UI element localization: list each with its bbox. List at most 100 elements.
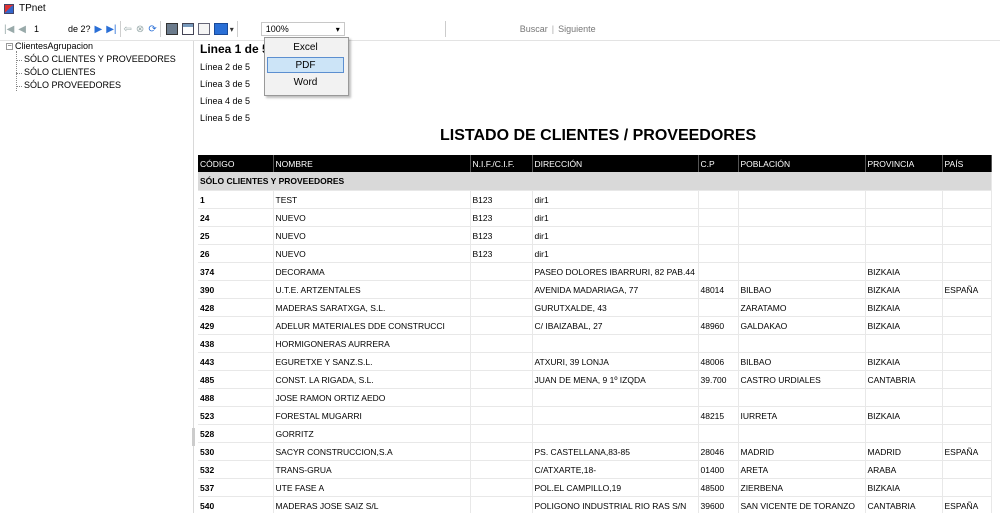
back-icon[interactable]: ⇦: [124, 21, 132, 37]
report-title: LISTADO DE CLIENTES / PROVEEDORES: [440, 127, 757, 144]
table-row: 540 MADERAS JOSE SAIZ S/L POLIGONO INDUSTR…: [198, 496, 992, 513]
export-dropdown-arrow-icon[interactable]: ▾: [230, 21, 234, 37]
previous-page-icon[interactable]: ◀: [18, 21, 26, 37]
table-cell: [738, 244, 866, 263]
table-cell: 48215: [698, 406, 739, 425]
table-cell: 537: [198, 478, 274, 497]
table-cell: [470, 424, 533, 443]
table-row: 25 NUEVO B123 dir1: [198, 226, 992, 245]
table-cell: POLIGONO INDUSTRIAL RIO RAS S/N: [532, 496, 699, 513]
tree-root-label: ClientesAgrupacion: [15, 41, 94, 51]
table-cell: BIZKAIA: [865, 280, 943, 299]
table-cell: 429: [198, 316, 274, 335]
tree-connector: [16, 51, 17, 91]
tree-item-proveedores[interactable]: SÓLO PROVEEDORES: [15, 80, 121, 90]
table-cell: 523: [198, 406, 274, 425]
find-next-button[interactable]: Siguiente: [558, 24, 596, 34]
export-icon[interactable]: [213, 23, 228, 35]
table-row: 1 TEST B123 dir1: [198, 190, 992, 209]
table-cell: [698, 334, 739, 353]
table-cell: UTE FASE A: [273, 478, 471, 497]
table-cell: 25: [198, 226, 274, 245]
group-header-row: SÓLO CLIENTES Y PROVEEDORES: [198, 172, 992, 191]
table-row: 428 MADERAS SARATXGA, S.L. GURUTXALDE, 43 Z…: [198, 298, 992, 317]
table-cell: 48500: [698, 478, 739, 497]
table-cell: [698, 298, 739, 317]
collapse-icon[interactable]: −: [6, 42, 13, 50]
table-cell: PASEO DOLORES IBARRURI, 82 PAB.44: [532, 262, 699, 281]
tree-item-clientes-y-proveedores[interactable]: SÓLO CLIENTES Y PROVEEDORES: [16, 54, 176, 64]
table-cell: [470, 280, 533, 299]
table-cell: 528: [198, 424, 274, 443]
table-cell: SACYR CONSTRUCCION,S.A: [273, 442, 471, 461]
find-button[interactable]: Buscar: [520, 24, 548, 34]
menu-item-excel[interactable]: Excel: [267, 40, 344, 56]
page-setup-icon[interactable]: [197, 23, 210, 35]
report-viewport[interactable]: Linea 1 de 5 Línea 2 de 5 Línea 3 de 5 L…: [195, 41, 1000, 513]
tree-root[interactable]: − ClientesAgrupacion: [6, 41, 93, 51]
table-cell: 39.700: [698, 370, 739, 389]
page-total-label: de 2?: [68, 24, 91, 34]
table-cell: AVENIDA MADARIAGA, 77: [532, 280, 699, 299]
next-page-icon[interactable]: ▶: [95, 21, 103, 37]
table-cell: [942, 316, 992, 335]
table-row: 429 ADELUR MATERIALES DDE CONSTRUCCI C/ IB…: [198, 316, 992, 335]
table-cell: 28046: [698, 442, 739, 461]
docmap-link-5[interactable]: Línea 5 de 5: [200, 113, 250, 123]
table-cell: BIZKAIA: [865, 352, 943, 371]
print-layout-icon[interactable]: [181, 23, 194, 35]
table-cell: [698, 424, 739, 443]
table-cell: ARETA: [738, 460, 866, 479]
docmap-link-1[interactable]: Linea 1 de 5: [200, 42, 269, 56]
table-cell: 485: [198, 370, 274, 389]
zoom-select[interactable]: 100% ▾: [260, 22, 345, 36]
table-row: 488 JOSE RAMON ORTIZ AEDO: [198, 388, 992, 407]
table-cell: [470, 442, 533, 461]
table-cell: [942, 226, 992, 245]
table-cell: CASTRO URDIALES: [738, 370, 866, 389]
table-cell: [942, 478, 992, 497]
column-header: PROVINCIA: [865, 155, 943, 172]
table-cell: [942, 352, 992, 371]
table-cell: ESPAÑA: [942, 496, 992, 513]
last-page-icon[interactable]: ▶|: [106, 21, 116, 37]
table-cell: [470, 298, 533, 317]
find-input[interactable]: [453, 21, 516, 37]
table-cell: BIZKAIA: [865, 478, 943, 497]
table-cell: HORMIGONERAS AURRERA: [273, 334, 471, 353]
table-cell: MADERAS SARATXGA, S.L.: [273, 298, 471, 317]
docmap-link-4[interactable]: Línea 4 de 5: [200, 96, 250, 106]
table-cell: BIZKAIA: [865, 298, 943, 317]
table-row: 390 U.T.E. ARTZENTALES AVENIDA MADARIAGA, …: [198, 280, 992, 299]
group-header: SÓLO CLIENTES Y PROVEEDORES: [198, 172, 992, 191]
menu-item-word[interactable]: Word: [267, 75, 344, 91]
report-table-body: SÓLO CLIENTES Y PROVEEDORES 1 TEST B123 dir…: [198, 172, 992, 513]
stop-icon[interactable]: ⊗: [136, 21, 144, 37]
table-cell: C/ATXARTE,18-: [532, 460, 699, 479]
table-header-row: CÓDIGO NOMBRE N.I.F./C.I.F. DIRECCIÓN C.…: [198, 155, 992, 172]
table-cell: ATXURI, 39 LONJA: [532, 352, 699, 371]
page-number-input[interactable]: [32, 22, 64, 36]
table-cell: 01400: [698, 460, 739, 479]
table-cell: NUEVO: [273, 208, 471, 227]
table-row: 24 NUEVO B123 dir1: [198, 208, 992, 227]
docmap-link-2[interactable]: Línea 2 de 5: [200, 62, 250, 72]
table-cell: CANTABRIA: [865, 496, 943, 513]
first-page-icon[interactable]: |◀: [4, 21, 14, 37]
table-cell: [698, 262, 739, 281]
table-cell: 428: [198, 298, 274, 317]
docmap-link-3[interactable]: Línea 3 de 5: [200, 79, 250, 89]
table-cell: B123: [470, 190, 533, 209]
menu-item-pdf[interactable]: PDF: [267, 57, 344, 73]
print-icon[interactable]: [165, 23, 178, 35]
table-cell: MADRID: [865, 442, 943, 461]
refresh-icon[interactable]: ⟳: [148, 21, 156, 37]
table-cell: [942, 406, 992, 425]
tree-item-clientes[interactable]: SÓLO CLIENTES: [16, 67, 96, 77]
table-cell: [865, 208, 943, 227]
table-cell: [942, 370, 992, 389]
table-cell: MADRID: [738, 442, 866, 461]
table-cell: GURUTXALDE, 43: [532, 298, 699, 317]
table-cell: 532: [198, 460, 274, 479]
table-cell: [942, 460, 992, 479]
